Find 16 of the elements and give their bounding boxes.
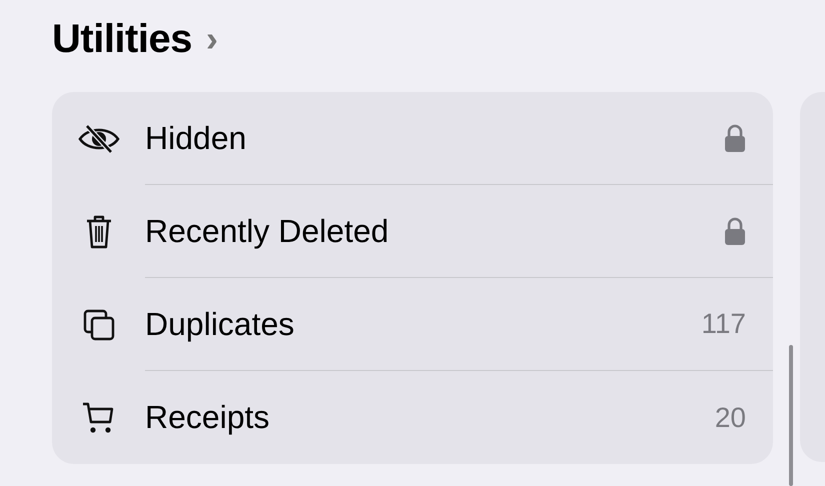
row-label: Recently Deleted: [145, 212, 389, 250]
list-row[interactable]: Recently Deleted: [52, 185, 773, 278]
list-row[interactable]: Receipts 20: [52, 371, 773, 464]
item-count: 20: [714, 402, 746, 434]
chevron-icon[interactable]: ›: [206, 21, 218, 57]
row-label: Receipts: [145, 399, 270, 436]
row-label: Duplicates: [145, 306, 294, 342]
item-count: 117: [701, 308, 746, 340]
trash-icon: [84, 214, 112, 248]
list-row[interactable]: Duplicates 117: [52, 278, 773, 371]
copy-icon: [82, 308, 116, 342]
list-row[interactable]: Hidden: [52, 92, 773, 185]
row-label: Hidden: [145, 120, 246, 156]
eye-slash-icon: [78, 124, 120, 154]
cart-icon: [82, 400, 116, 434]
section-title[interactable]: Utilities: [52, 16, 192, 62]
